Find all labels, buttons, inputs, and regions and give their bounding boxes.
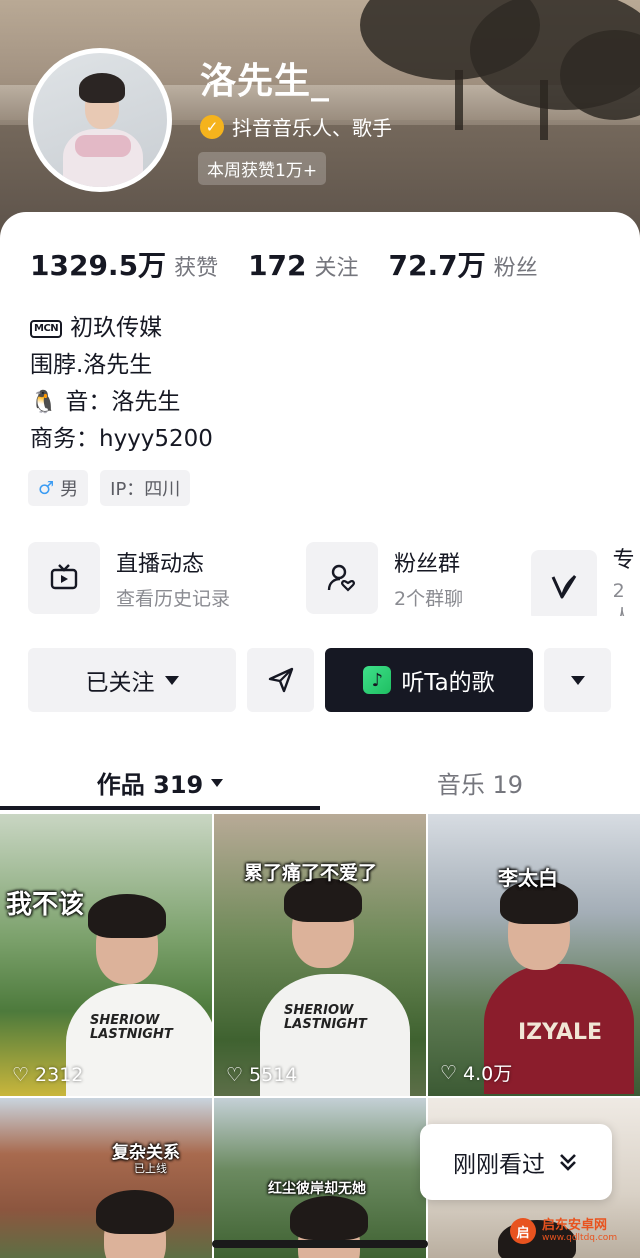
message-button[interactable]: [247, 648, 314, 712]
recently-viewed-button[interactable]: 刚刚看过: [420, 1124, 612, 1200]
watermark: 启 启东安卓网 www.qdltdq.com: [510, 1218, 617, 1244]
bio-line-3: 商务：hyyy5200: [30, 426, 213, 452]
mcn-line[interactable]: MCN 初玖传媒: [30, 310, 610, 347]
bio-line-1: 围脖.洛先生: [30, 352, 153, 378]
verified-check-icon: ✓: [200, 114, 224, 139]
heart-icon: ♡: [440, 1061, 458, 1084]
bio-line-2: 🐧 音：洛先生: [30, 384, 610, 421]
followed-button[interactable]: 已关注: [28, 648, 236, 712]
stat-followers[interactable]: 72.7万 粉丝: [389, 244, 538, 284]
stat-following[interactable]: 172 关注: [248, 249, 358, 282]
gender-tag: ♂ 男: [28, 470, 89, 506]
video-thumbnail[interactable]: 复杂关系 已上线: [0, 1098, 212, 1258]
tab-works[interactable]: 作品 319: [0, 752, 320, 812]
content-tabs: 作品 319 音乐 19: [0, 752, 640, 812]
tab-indicator: [0, 806, 320, 810]
fan-group-entry[interactable]: 粉丝群 2个群聊: [306, 542, 463, 614]
feature-entries: 直播动态 查看历史记录 粉丝群 2个群聊 专 2人: [28, 542, 640, 616]
weekly-likes-tag[interactable]: 本周获赞1万+: [198, 152, 327, 185]
like-count: ♡ 5514: [226, 1064, 298, 1086]
nickname: 洛先生_: [200, 61, 331, 102]
caret-down-icon: [570, 675, 585, 685]
profile-tags: ♂ 男 IP：四川: [28, 470, 191, 506]
tv-icon: [28, 542, 100, 614]
stats-row: 1329.5万 获赞 172 关注 72.7万 粉丝: [30, 244, 538, 284]
user-heart-icon: [306, 542, 378, 614]
heart-icon: ♡: [226, 1064, 244, 1086]
stat-likes[interactable]: 1329.5万 获赞: [30, 244, 218, 284]
double-chevron-down-icon: [560, 1154, 576, 1171]
ip-tag: IP：四川: [100, 470, 191, 506]
watermark-logo-icon: 启: [510, 1218, 536, 1244]
like-count: ♡ 4.0万: [440, 1061, 513, 1086]
v-icon: [531, 549, 597, 616]
penguin-icon: 🐧: [30, 390, 58, 415]
video-thumbnail[interactable]: SHERIOW LASTNIGHT 我不该 ♡ 2312: [0, 814, 212, 1096]
video-thumbnail[interactable]: SHERIOW LASTNIGHT 累了痛了不爱了 ♡ 5514: [214, 814, 426, 1096]
send-icon: [268, 667, 293, 693]
third-entry[interactable]: 专 2人: [531, 542, 640, 616]
heart-icon: ♡: [12, 1064, 30, 1086]
tab-music[interactable]: 音乐 19: [320, 752, 640, 812]
more-dropdown-button[interactable]: [544, 648, 611, 712]
verified-title: ✓ 抖音音乐人、歌手: [200, 112, 392, 141]
caret-down-icon: [211, 779, 224, 787]
video-thumbnail[interactable]: 红尘彼岸却无她: [214, 1098, 426, 1258]
home-indicator[interactable]: [212, 1240, 428, 1248]
verified-title-text: 抖音音乐人、歌手: [232, 116, 392, 140]
mcn-icon: MCN: [30, 319, 63, 338]
action-buttons: 已关注 ♪ 听Ta的歌: [28, 648, 611, 712]
music-note-icon: ♪: [363, 666, 392, 694]
bio: MCN 初玖传媒 围脖.洛先生 🐧 音：洛先生 商务：hyyy5200: [30, 310, 610, 458]
video-thumbnail[interactable]: IZYALE 李太白 ♡ 4.0万: [428, 814, 640, 1096]
avatar[interactable]: [28, 48, 172, 192]
male-icon: ♂: [38, 477, 55, 499]
live-history-entry[interactable]: 直播动态 查看历史记录: [28, 542, 230, 614]
caret-down-icon: [164, 675, 179, 685]
like-count: ♡ 2312: [12, 1064, 84, 1086]
listen-songs-button[interactable]: ♪ 听Ta的歌: [325, 648, 533, 712]
mcn-name: 初玖传媒: [70, 315, 163, 341]
